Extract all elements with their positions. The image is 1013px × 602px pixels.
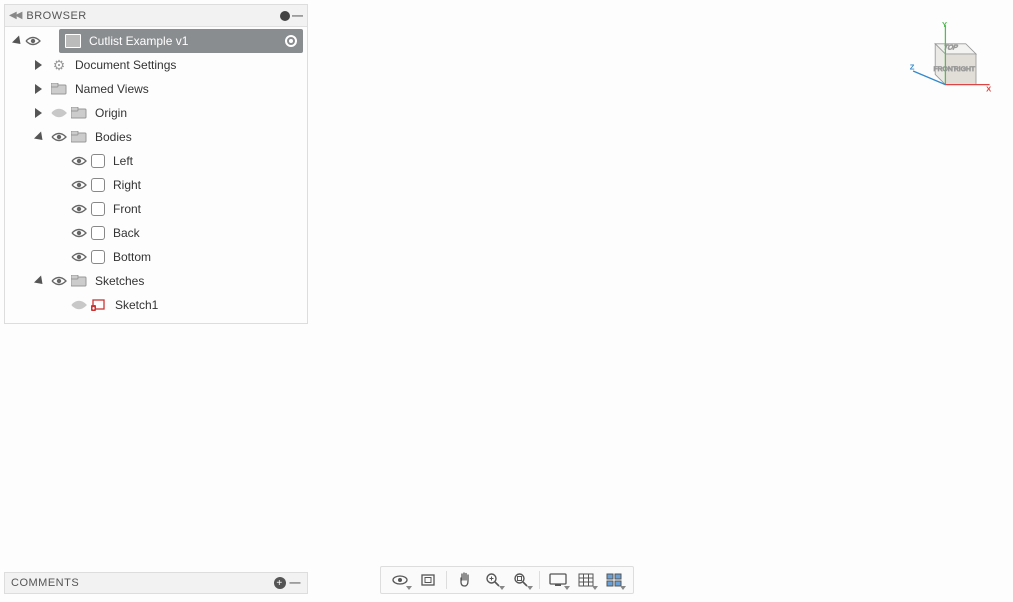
- tree-label: Front: [113, 202, 141, 216]
- collapse-icon[interactable]: ◀◀: [9, 10, 20, 21]
- add-comment-icon[interactable]: +: [274, 577, 286, 589]
- expand-toggle[interactable]: [33, 60, 47, 70]
- folder-icon: [71, 274, 87, 288]
- grid-settings-button[interactable]: [573, 569, 599, 591]
- pan-button[interactable]: [452, 569, 478, 591]
- comments-panel-header[interactable]: COMMENTS + —: [4, 572, 308, 594]
- root-label: Cutlist Example v1: [89, 34, 188, 48]
- tree-item-bodies[interactable]: Bodies: [5, 125, 307, 149]
- tree-label: Left: [113, 154, 133, 168]
- tree-label: Bottom: [113, 250, 151, 264]
- zoom-button[interactable]: [480, 569, 506, 591]
- tree-label: Sketch1: [115, 298, 158, 312]
- visibility-toggle[interactable]: [51, 129, 67, 145]
- visibility-toggle[interactable]: [71, 201, 87, 217]
- chevron-down-icon: [620, 586, 626, 590]
- browser-tree: Cutlist Example v1 ⚙ Document Settings N…: [5, 27, 307, 323]
- chevron-down-icon: [499, 586, 505, 590]
- browser-panel-header[interactable]: ◀◀ BROWSER —: [5, 5, 307, 27]
- visibility-toggle[interactable]: [51, 273, 67, 289]
- orbit-button[interactable]: [387, 569, 413, 591]
- panel-settings-icon[interactable]: [280, 11, 290, 21]
- expand-toggle[interactable]: [33, 278, 47, 285]
- viewports-button[interactable]: [601, 569, 627, 591]
- visibility-toggle[interactable]: [71, 153, 87, 169]
- svg-text:X: X: [986, 84, 992, 93]
- sketch-icon: [91, 298, 107, 312]
- chevron-down-icon: [527, 586, 533, 590]
- body-icon: [91, 178, 105, 192]
- chevron-down-icon: [406, 586, 412, 590]
- gear-icon: ⚙: [51, 58, 67, 72]
- browser-title: BROWSER: [26, 10, 280, 22]
- tree-item-document-settings[interactable]: ⚙ Document Settings: [5, 53, 307, 77]
- tree-item-body-left[interactable]: Left: [5, 149, 307, 173]
- activate-radio-icon[interactable]: [285, 35, 297, 47]
- look-at-button[interactable]: [415, 569, 441, 591]
- tree-item-body-back[interactable]: Back: [5, 221, 307, 245]
- tree-label: Sketches: [95, 274, 144, 288]
- view-cube[interactable]: TOP FRONT RIGHT Y X Z: [908, 20, 993, 105]
- body-icon: [91, 154, 105, 168]
- fit-button[interactable]: [508, 569, 534, 591]
- tree-label: Document Settings: [75, 58, 176, 72]
- expand-toggle[interactable]: [33, 108, 47, 118]
- browser-panel: ◀◀ BROWSER — Cutlist Example v1 ⚙ Docume…: [4, 4, 308, 324]
- tree-item-named-views[interactable]: Named Views: [5, 77, 307, 101]
- tree-item-body-bottom[interactable]: Bottom: [5, 245, 307, 269]
- visibility-toggle[interactable]: [25, 33, 41, 49]
- expand-toggle[interactable]: [11, 38, 25, 45]
- folder-icon: [71, 130, 87, 144]
- display-settings-button[interactable]: [545, 569, 571, 591]
- tree-item-body-right[interactable]: Right: [5, 173, 307, 197]
- navigation-toolbar: [380, 566, 634, 594]
- comments-title: COMMENTS: [11, 577, 274, 589]
- tree-label: Back: [113, 226, 140, 240]
- tree-label: Right: [113, 178, 141, 192]
- component-icon: [65, 34, 81, 48]
- visibility-toggle[interactable]: [51, 105, 67, 121]
- panel-expand-icon[interactable]: —: [290, 577, 302, 589]
- root-component[interactable]: Cutlist Example v1: [59, 29, 303, 53]
- visibility-toggle[interactable]: [71, 177, 87, 193]
- panel-minimize-icon[interactable]: —: [292, 10, 303, 22]
- svg-text:Z: Z: [910, 62, 915, 71]
- chevron-down-icon: [564, 586, 570, 590]
- expand-toggle[interactable]: [33, 84, 47, 94]
- tree-item-sketch1[interactable]: Sketch1: [5, 293, 307, 317]
- body-icon: [91, 202, 105, 216]
- tree-item-origin[interactable]: Origin: [5, 101, 307, 125]
- folder-icon: [51, 82, 67, 96]
- visibility-toggle[interactable]: [71, 225, 87, 241]
- svg-text:Y: Y: [942, 20, 947, 29]
- visibility-toggle[interactable]: [71, 297, 87, 313]
- body-icon: [91, 250, 105, 264]
- viewcube-right-label[interactable]: RIGHT: [954, 66, 975, 73]
- chevron-down-icon: [592, 586, 598, 590]
- body-icon: [91, 226, 105, 240]
- tree-item-body-front[interactable]: Front: [5, 197, 307, 221]
- folder-icon: [71, 106, 87, 120]
- tree-item-sketches[interactable]: Sketches: [5, 269, 307, 293]
- visibility-toggle[interactable]: [71, 249, 87, 265]
- tree-label: Named Views: [75, 82, 149, 96]
- tree-label: Bodies: [95, 130, 132, 144]
- expand-toggle[interactable]: [33, 134, 47, 141]
- tree-label: Origin: [95, 106, 127, 120]
